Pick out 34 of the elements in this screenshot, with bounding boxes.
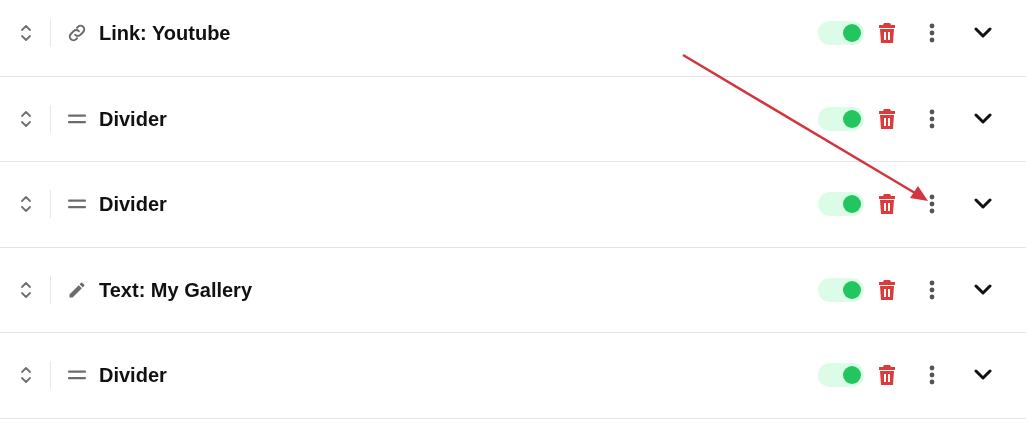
chevron-down-icon[interactable]	[974, 283, 992, 296]
equals-icon	[67, 113, 87, 124]
pencil-icon	[67, 279, 87, 300]
more-options-icon[interactable]	[929, 23, 935, 44]
block-title: Divider	[99, 363, 167, 389]
drag-handle-icon[interactable]	[20, 279, 32, 300]
trash-icon[interactable]	[878, 279, 896, 300]
more-options-icon[interactable]	[929, 365, 935, 386]
trash-icon[interactable]	[878, 23, 896, 44]
toggle-switch[interactable]	[818, 363, 864, 388]
block-title: Text: My Gallery	[99, 277, 253, 303]
trash-icon[interactable]	[878, 194, 896, 215]
toggle-switch[interactable]	[818, 192, 864, 217]
trash-icon[interactable]	[878, 108, 896, 129]
toggle-switch[interactable]	[818, 21, 864, 46]
block-title: Divider	[99, 192, 167, 218]
drag-handle-icon[interactable]	[20, 365, 32, 386]
equals-icon	[67, 370, 87, 381]
drag-handle-icon[interactable]	[20, 108, 32, 129]
drag-handle-icon[interactable]	[20, 194, 32, 215]
more-options-icon[interactable]	[929, 194, 935, 215]
trash-icon[interactable]	[878, 365, 896, 386]
chevron-down-icon[interactable]	[974, 112, 992, 125]
block-title: Divider	[99, 106, 167, 132]
toggle-switch[interactable]	[818, 277, 864, 302]
chevron-down-icon[interactable]	[974, 369, 992, 382]
chevron-down-icon[interactable]	[974, 198, 992, 211]
more-options-icon[interactable]	[929, 279, 935, 300]
chevron-down-icon[interactable]	[974, 27, 992, 40]
equals-icon	[67, 199, 87, 210]
more-options-icon[interactable]	[929, 108, 935, 129]
toggle-switch[interactable]	[818, 106, 864, 131]
drag-handle-icon[interactable]	[20, 23, 32, 44]
block-title: Link: Youtube	[99, 21, 231, 47]
